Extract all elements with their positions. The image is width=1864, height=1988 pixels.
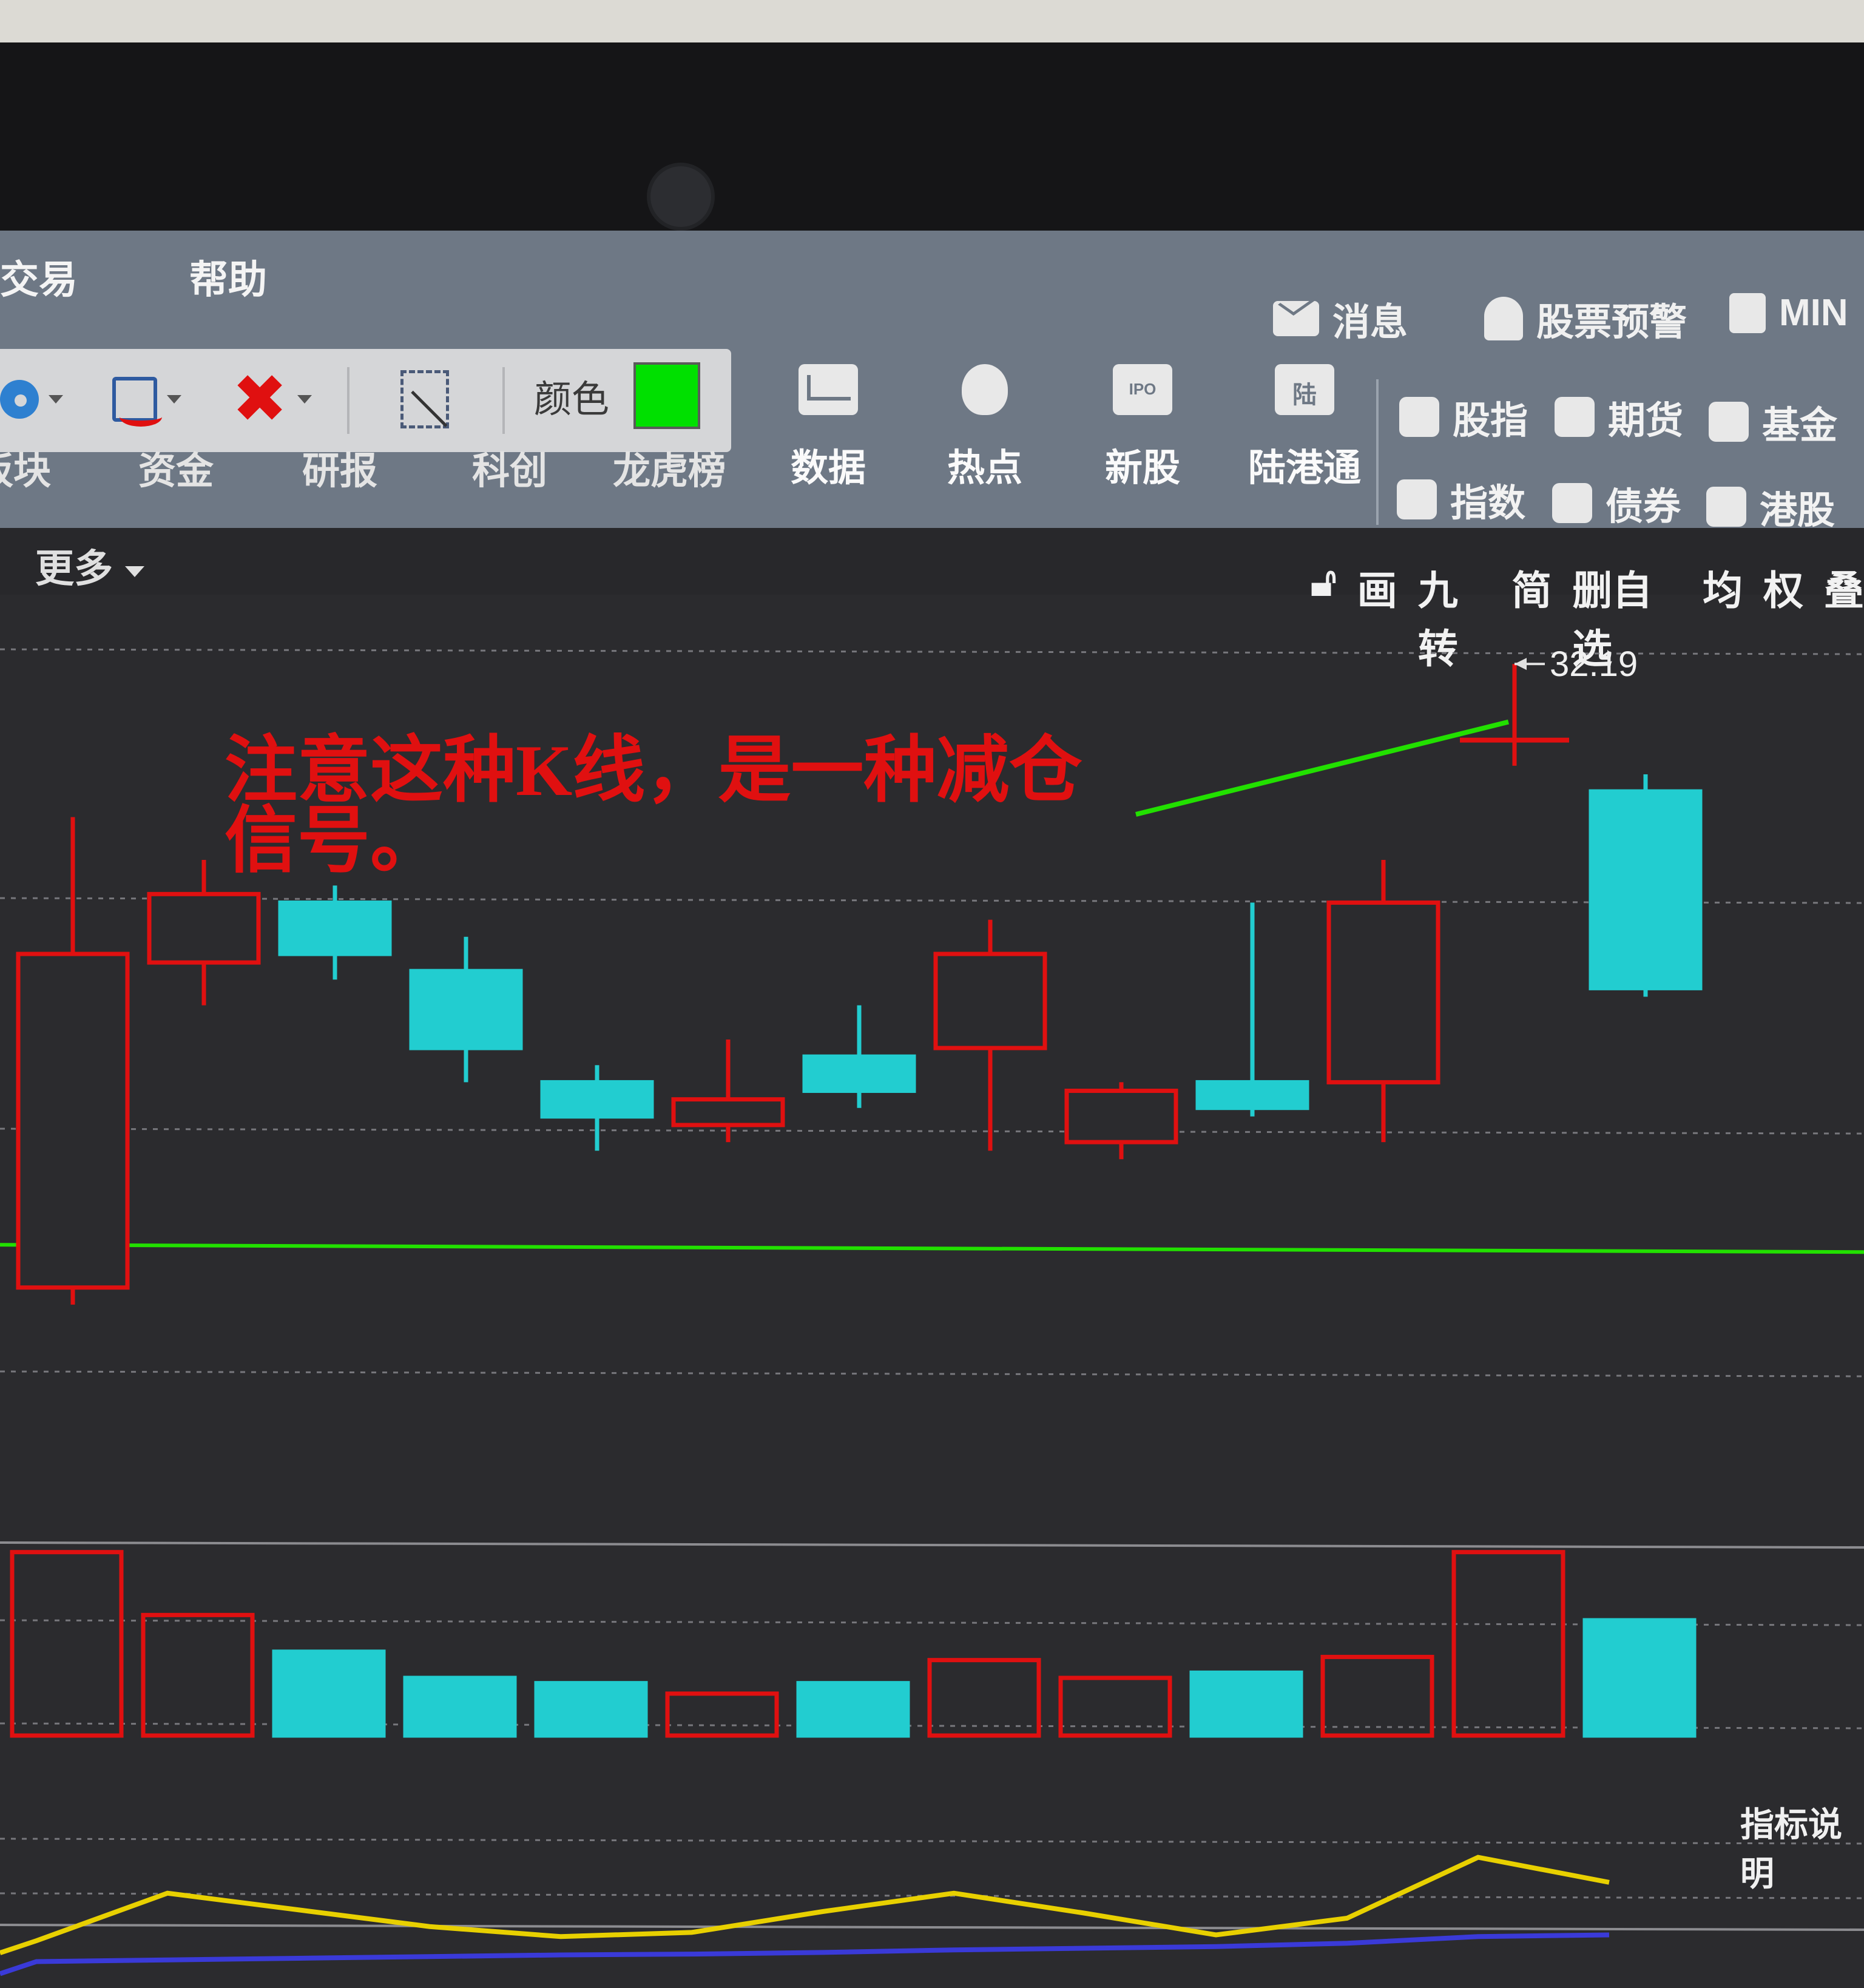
indicator-help-link[interactable]: 指标说明 xyxy=(1740,1797,1864,1896)
candle-body xyxy=(1326,900,1440,1084)
volume-bar xyxy=(534,1681,648,1738)
candle-body xyxy=(409,969,523,1050)
price-marker-label: 32.19 xyxy=(1550,644,1638,684)
indicator-line xyxy=(0,1854,1610,1955)
candle-body xyxy=(1064,1089,1178,1144)
app-screen: 交易 帮助 消息 股票预警 MIN ✖ 颜色 块 资金 研报 科创 龙虎榜 数据… xyxy=(0,231,1864,1988)
panel-divider xyxy=(0,1541,1864,1549)
candle-body xyxy=(1195,1080,1309,1111)
volume-bar xyxy=(1451,1550,1565,1738)
indicator-line xyxy=(0,1932,1610,1976)
candle-body xyxy=(671,1097,785,1128)
indicator-panel xyxy=(0,1854,1610,1976)
candle-body xyxy=(147,891,261,965)
volume-bar xyxy=(1320,1654,1434,1738)
monitor-bezel xyxy=(0,42,1864,237)
candle-body xyxy=(802,1054,916,1094)
candle-body xyxy=(540,1080,654,1119)
volume-bar xyxy=(403,1675,517,1738)
volume-bar xyxy=(665,1691,779,1738)
annotation-arrow xyxy=(1135,719,1509,817)
grid-line xyxy=(0,1370,1864,1378)
candle-body xyxy=(278,900,392,956)
annotation-line-1: 注意这种K线，是一种减仓 xyxy=(225,730,1082,811)
volume-bar xyxy=(1582,1618,1697,1738)
volume-bar xyxy=(141,1612,255,1738)
support-line xyxy=(0,1243,1864,1254)
grid-line xyxy=(0,1838,1864,1845)
volume-bar xyxy=(10,1550,124,1738)
volume-bar xyxy=(927,1658,1041,1738)
annotation-line-2: 信号。 xyxy=(225,800,443,881)
webcam xyxy=(647,163,715,231)
volume-bar xyxy=(1189,1670,1303,1738)
volume-bar xyxy=(272,1649,386,1738)
grid-line xyxy=(0,1128,1864,1135)
kline-chart[interactable]: 32.19 注意这种K线，是一种减仓 信号。 xyxy=(0,231,1864,1988)
panel-divider xyxy=(0,1924,1864,1931)
volume-bar xyxy=(796,1681,910,1738)
volume-panel xyxy=(10,1550,1697,1738)
candle-body xyxy=(933,952,1047,1050)
candle-body xyxy=(16,952,130,1290)
candle-body xyxy=(1589,789,1703,990)
